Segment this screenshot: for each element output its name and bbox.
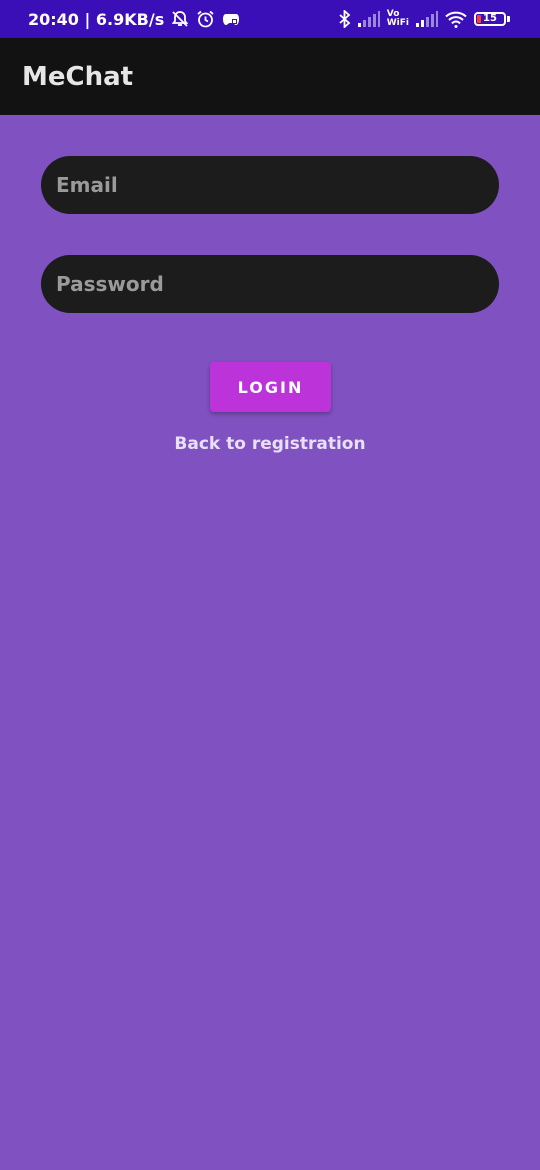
vowifi-icon: Vo WiFi (387, 10, 409, 28)
battery-cap (507, 16, 510, 22)
password-field[interactable] (41, 255, 499, 313)
battery-level: 15 (483, 13, 497, 24)
email-input[interactable] (56, 173, 499, 197)
status-bar: 20:40 | 6.9KB/s Vo WiFi 15 (0, 0, 540, 38)
status-bar-right: Vo WiFi 15 (339, 10, 510, 28)
vowifi-bottom: WiFi (386, 18, 409, 28)
muted-bell-icon (171, 10, 189, 28)
wifi-icon (445, 11, 467, 28)
back-to-registration-link[interactable]: Back to registration (0, 434, 540, 454)
game-controller-icon (222, 12, 240, 26)
app-bar: MeChat (0, 38, 540, 115)
battery-icon: 15 (474, 12, 510, 26)
battery-body: 15 (474, 12, 506, 26)
status-bar-left: 20:40 | 6.9KB/s (28, 10, 240, 29)
app-title: MeChat (22, 61, 134, 92)
bluetooth-icon (339, 10, 351, 28)
password-input[interactable] (56, 272, 499, 296)
login-button[interactable]: LOGIN (210, 362, 331, 412)
time-and-speed: 20:40 | 6.9KB/s (28, 9, 165, 29)
email-field[interactable] (41, 156, 499, 214)
signal-icon (357, 11, 380, 27)
alarm-icon (196, 10, 215, 29)
battery-fill (477, 15, 481, 23)
signal-icon (416, 11, 438, 27)
